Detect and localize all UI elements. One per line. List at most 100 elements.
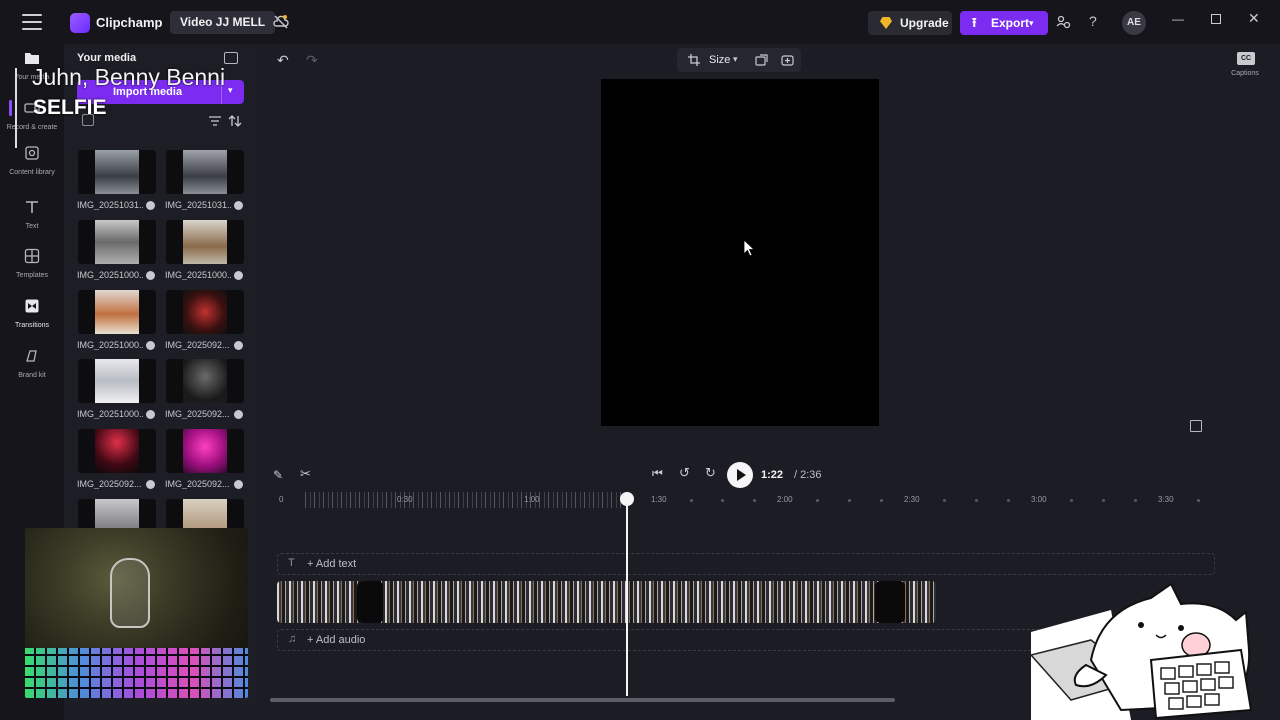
rail-transitions[interactable]: Transitions: [0, 298, 64, 330]
transitions-icon: [25, 299, 39, 313]
help-icon[interactable]: ?: [1089, 13, 1097, 29]
templates-icon: [24, 248, 40, 264]
video-track-clip[interactable]: [277, 581, 936, 623]
checkmark-icon: [234, 341, 243, 350]
rail-content-library[interactable]: Content library: [0, 145, 64, 177]
tick-label: 0: [279, 495, 284, 504]
tick-dot: [1102, 499, 1105, 502]
tick-dot: [816, 499, 819, 502]
chevron-down-icon[interactable]: ▾: [228, 85, 233, 96]
checkmark-icon: [234, 201, 243, 210]
media-item-label: IMG_2025092...: [165, 340, 230, 350]
keyboard-keys: [25, 648, 248, 698]
media-thumbnail[interactable]: [166, 429, 244, 473]
media-thumbnail[interactable]: [78, 150, 156, 194]
library-icon: [25, 146, 39, 160]
media-thumbnail[interactable]: [78, 429, 156, 473]
checkmark-icon: [146, 410, 155, 419]
playhead-handle[interactable]: [620, 492, 634, 506]
media-item-label: IMG_20251031...: [165, 200, 231, 210]
captions-label[interactable]: Captions: [1224, 70, 1266, 77]
app-name: Clipchamp: [96, 15, 163, 30]
media-thumbnail[interactable]: [166, 290, 244, 334]
rail-text[interactable]: Text: [0, 199, 64, 231]
playhead[interactable]: [626, 500, 628, 696]
music-note-icon: ♫: [288, 633, 297, 645]
text-icon: [26, 201, 38, 213]
gem-icon: [880, 17, 892, 29]
tick-dot: [1070, 499, 1073, 502]
media-thumbnail[interactable]: [166, 499, 244, 529]
upgrade-button[interactable]: Upgrade: [868, 11, 952, 35]
minimize-icon[interactable]: —: [1172, 12, 1184, 26]
forward-5s-icon[interactable]: ↻: [705, 465, 716, 481]
clip-gap: [357, 581, 383, 623]
filter-icon[interactable]: [209, 116, 221, 126]
redo-icon[interactable]: ↷: [306, 52, 318, 69]
captions-icon[interactable]: CC: [1237, 52, 1255, 65]
overlay-names-text: Juhn, Benny Benni: [32, 64, 226, 90]
add-audio-label[interactable]: + Add audio: [307, 634, 365, 646]
rail-label: Content library: [9, 169, 55, 176]
tick-dot: [721, 499, 724, 502]
add-screen-icon[interactable]: [781, 54, 794, 66]
checkmark-icon: [146, 341, 155, 350]
mouse-cursor-icon: [744, 240, 755, 257]
project-name-field[interactable]: Video JJ MELL: [170, 11, 276, 34]
magic-edit-icon[interactable]: ✎: [273, 468, 283, 482]
collapse-panel-icon[interactable]: [224, 52, 238, 64]
rail-brand-kit[interactable]: Brand kit: [0, 348, 64, 380]
close-icon[interactable]: ✕: [1248, 10, 1260, 27]
share-people-icon[interactable]: [1056, 14, 1072, 30]
avatar[interactable]: AE: [1122, 11, 1146, 35]
timeline-scrollbar[interactable]: [270, 698, 895, 702]
media-thumbnail[interactable]: [78, 499, 156, 529]
tick-dot: [1007, 499, 1010, 502]
tick-label: 1:30: [651, 495, 667, 504]
video-preview-canvas[interactable]: [601, 79, 879, 426]
timeline-ruler[interactable]: 0 0:30 1:00 1:30 2:00 2:30 3:00 3:30: [275, 492, 1205, 508]
media-item-label: IMG_2025092...: [165, 479, 230, 489]
media-item-label: IMG_2025092...: [165, 409, 230, 419]
size-dropdown[interactable]: Size: [709, 54, 730, 66]
media-thumbnail[interactable]: [78, 290, 156, 334]
clipchamp-app: Clipchamp Video JJ MELL Upgrade ⭱ Export…: [0, 0, 1280, 720]
ruler-waveform: [305, 492, 625, 508]
maximize-icon[interactable]: [1211, 14, 1221, 24]
chevron-down-icon[interactable]: ▾: [733, 54, 738, 65]
add-text-label[interactable]: + Add text: [307, 558, 356, 570]
export-label: Export: [991, 16, 1030, 30]
tick-label: 2:30: [904, 495, 920, 504]
media-thumbnail[interactable]: [78, 220, 156, 264]
undo-icon[interactable]: ↶: [277, 52, 289, 69]
media-thumbnail[interactable]: [166, 150, 244, 194]
play-button[interactable]: [727, 462, 753, 488]
current-time: 1:22: [761, 469, 784, 481]
rewind-5s-icon[interactable]: ↺: [679, 465, 690, 481]
fullscreen-icon[interactable]: [1190, 420, 1202, 432]
cloud-sync-off-icon[interactable]: [272, 13, 290, 31]
media-thumbnail[interactable]: [166, 359, 244, 403]
tick-dot: [848, 499, 851, 502]
total-time: / 2:36: [794, 469, 822, 481]
text-icon: T: [288, 557, 295, 569]
tick-label: 1:00: [524, 495, 540, 504]
menu-icon[interactable]: [22, 14, 42, 30]
export-button[interactable]: ⭱ Export ▾: [960, 11, 1048, 35]
media-item-label: IMG_20251000...: [165, 270, 231, 280]
media-thumbnail[interactable]: [166, 220, 244, 264]
crop-icon[interactable]: [688, 54, 700, 66]
media-item-label: IMG_20251000...: [77, 270, 143, 280]
skip-back-icon[interactable]: ⏮: [652, 466, 663, 481]
checkmark-icon: [146, 271, 155, 280]
tick-dot: [690, 499, 693, 502]
rail-label: Text: [25, 223, 39, 230]
text-track[interactable]: T + Add text: [277, 553, 1215, 575]
media-thumbnail[interactable]: [78, 359, 156, 403]
rail-templates[interactable]: Templates: [0, 248, 64, 280]
sort-icon[interactable]: [228, 114, 242, 128]
scissors-icon[interactable]: ✂: [300, 466, 311, 482]
tick-label: 3:30: [1158, 495, 1174, 504]
overlay-selfie-text: SELFIE: [33, 96, 107, 119]
background-remove-icon[interactable]: [755, 54, 768, 66]
